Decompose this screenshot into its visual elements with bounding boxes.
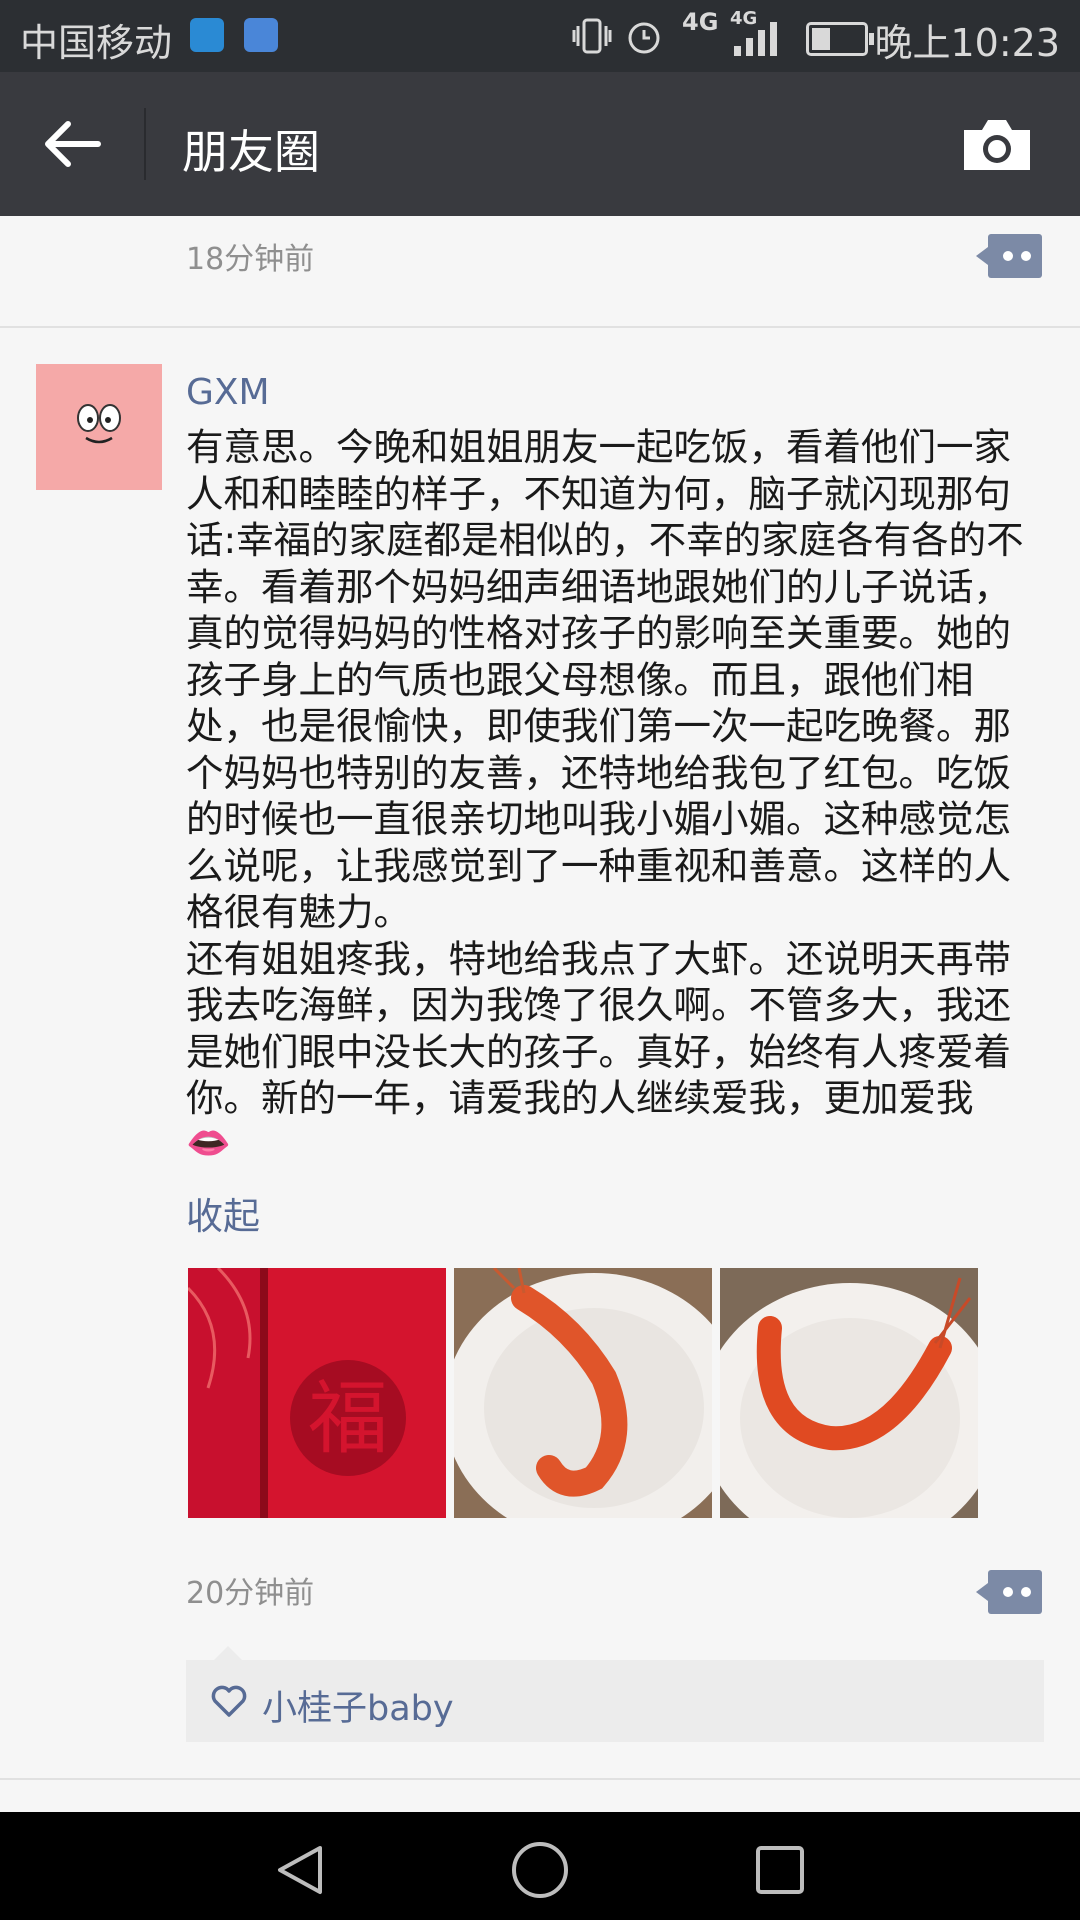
post-username[interactable]: GXM (186, 372, 270, 413)
comment-button-previous[interactable] (976, 234, 1042, 278)
post-divider (0, 326, 1080, 328)
user-avatar[interactable] (36, 364, 162, 490)
red-envelope-photo[interactable]: 福 (188, 1268, 446, 1518)
recents-square-icon[interactable] (750, 1840, 810, 1900)
status-bar: 中国移动 4G 4G 晚上10:23 (0, 0, 1080, 72)
like-user-name[interactable]: 小桂子baby (262, 1680, 454, 1731)
carrier-name: 中国移动 (20, 21, 173, 65)
page-title: 朋友圈 (182, 125, 320, 179)
network-type-1: 4G (682, 8, 719, 36)
home-circle-icon[interactable] (510, 1840, 570, 1900)
starfish-face-icon (77, 404, 121, 444)
app-header: 朋友圈 (0, 72, 1080, 216)
previous-post-time: 18分钟前 (186, 242, 315, 277)
navigation-bar (0, 1812, 1080, 1920)
comment-button[interactable] (976, 1570, 1042, 1614)
collapse-link[interactable]: 收起 (186, 1186, 260, 1240)
heart-icon (211, 1685, 247, 1717)
notification-app-icon (190, 18, 224, 52)
post-text: 有意思。今晚和姐姐朋友一起吃饭，看着他们一家人和和睦睦的样子，不知道为何，脑子就… (186, 425, 1024, 1120)
clock: 晚上10:23 (874, 21, 1060, 65)
back-arrow-icon[interactable] (38, 112, 108, 176)
post-divider-bottom (0, 1778, 1080, 1780)
shrimp-photo-2[interactable] (720, 1268, 978, 1518)
post-time: 20分钟前 (186, 1576, 315, 1611)
camera-icon[interactable] (960, 116, 1034, 174)
shrimp-photo-1[interactable] (454, 1268, 712, 1518)
header-divider (144, 108, 146, 180)
lips-emoji: 👄 (186, 1123, 231, 1164)
signal-icon (734, 22, 777, 56)
battery-icon (806, 22, 874, 56)
likes-box: 小桂子baby (186, 1646, 1044, 1742)
vibrate-icon (572, 18, 612, 54)
svg-text:福: 福 (308, 1376, 388, 1464)
alarm-icon (628, 22, 660, 54)
health-app-icon (244, 18, 278, 52)
back-triangle-icon[interactable] (270, 1840, 330, 1900)
